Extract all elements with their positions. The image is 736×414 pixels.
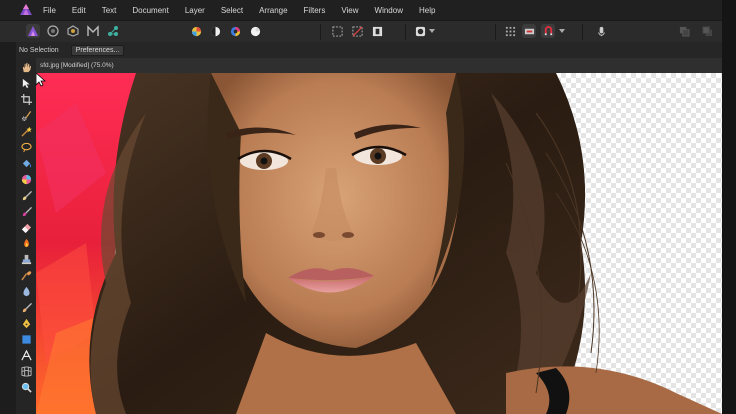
- menu-edit[interactable]: Edit: [72, 6, 86, 15]
- blemish-removal-tool-icon[interactable]: [19, 268, 33, 282]
- snapping-dropdown-icon[interactable]: [558, 24, 566, 38]
- export-persona-icon[interactable]: [106, 24, 120, 38]
- liquify-persona-icon[interactable]: [46, 24, 60, 38]
- move-tool-icon[interactable]: [19, 76, 33, 90]
- mouse-cursor-icon: [36, 73, 46, 87]
- quick-mask-icon[interactable]: [413, 24, 427, 38]
- right-edge-panel: [722, 0, 736, 414]
- menu-file[interactable]: File: [43, 6, 56, 15]
- pen-tool-icon[interactable]: [19, 316, 33, 330]
- invert-selection-icon[interactable]: [370, 24, 384, 38]
- quick-mask-dropdown-icon[interactable]: [428, 24, 436, 38]
- tone-mapping-persona-icon[interactable]: [86, 24, 100, 38]
- affinity-photo-logo-icon[interactable]: [18, 3, 34, 17]
- context-toolbar: No Selection Preferences...: [0, 42, 722, 58]
- menu-bar: File Edit Text Document Layer Select Arr…: [0, 0, 722, 20]
- clone-brush-tool-icon[interactable]: [19, 252, 33, 266]
- microphone-icon[interactable]: [594, 24, 608, 38]
- flood-select-tool-icon[interactable]: [19, 124, 33, 138]
- gradient-tool-icon[interactable]: [19, 172, 33, 186]
- left-edge-panel: [0, 42, 16, 414]
- arrange-forward-icon[interactable]: [700, 24, 714, 38]
- freehand-selection-tool-icon[interactable]: [19, 140, 33, 154]
- snapping-grid-icon[interactable]: [503, 24, 517, 38]
- crop-tool-icon[interactable]: [19, 92, 33, 106]
- main-toolbar: [0, 20, 722, 44]
- photo-image: [36, 73, 722, 414]
- smudge-brush-tool-icon[interactable]: [19, 300, 33, 314]
- mesh-warp-tool-icon[interactable]: [19, 364, 33, 378]
- flood-fill-tool-icon[interactable]: [19, 156, 33, 170]
- document-tab[interactable]: sfd.jpg [Modified] (75.0%): [40, 62, 114, 69]
- menu-filters[interactable]: Filters: [304, 6, 326, 15]
- zoom-tool-icon[interactable]: [19, 380, 33, 394]
- document-canvas[interactable]: [36, 73, 722, 414]
- auto-white-balance-icon[interactable]: [248, 24, 262, 38]
- dodge-burn-tool-icon[interactable]: [19, 236, 33, 250]
- view-hand-tool-icon[interactable]: [19, 60, 33, 74]
- photo-persona-icon[interactable]: [26, 24, 40, 38]
- snapping-magnet-icon[interactable]: [541, 24, 555, 38]
- blur-brush-tool-icon[interactable]: [19, 284, 33, 298]
- menu-layer[interactable]: Layer: [185, 6, 205, 15]
- menu-text[interactable]: Text: [102, 6, 117, 15]
- arrange-back-icon[interactable]: [677, 24, 691, 38]
- rectangle-tool-icon[interactable]: [19, 332, 33, 346]
- paint-brush-tool-icon[interactable]: [19, 188, 33, 202]
- menu-view[interactable]: View: [341, 6, 358, 15]
- assistant-icon[interactable]: [522, 24, 536, 38]
- marquee-selection-icon[interactable]: [330, 24, 344, 38]
- artistic-text-tool-icon[interactable]: [19, 348, 33, 362]
- auto-levels-icon[interactable]: [189, 24, 203, 38]
- color-replacement-brush-icon[interactable]: [19, 204, 33, 218]
- deselect-icon[interactable]: [350, 24, 364, 38]
- menu-select[interactable]: Select: [221, 6, 243, 15]
- menu-help[interactable]: Help: [419, 6, 435, 15]
- selection-brush-tool-icon[interactable]: [19, 108, 33, 122]
- menu-document[interactable]: Document: [132, 6, 168, 15]
- document-tab-bar: sfd.jpg [Modified] (75.0%): [36, 58, 722, 73]
- menu-window[interactable]: Window: [375, 6, 403, 15]
- preferences-button[interactable]: Preferences...: [70, 44, 125, 56]
- selection-status: No Selection: [19, 46, 59, 54]
- auto-colors-icon[interactable]: [228, 24, 242, 38]
- auto-contrast-icon[interactable]: [208, 24, 222, 38]
- develop-persona-icon[interactable]: [66, 24, 80, 38]
- erase-brush-tool-icon[interactable]: [19, 220, 33, 234]
- tools-panel: [16, 58, 36, 414]
- menu-arrange[interactable]: Arrange: [259, 6, 287, 15]
